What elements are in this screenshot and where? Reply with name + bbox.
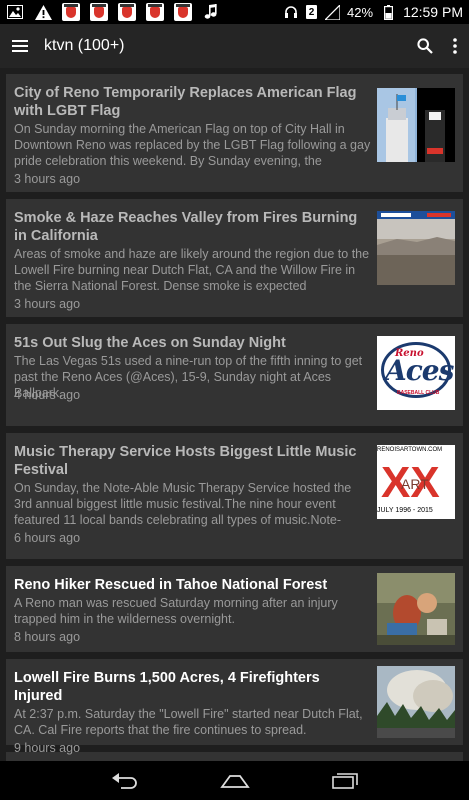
article-thumbnail-rescue-photo: [377, 573, 455, 645]
sim-icon: 2: [306, 5, 318, 19]
article-time: 6 hours ago: [14, 531, 81, 545]
svg-text:ART: ART: [401, 476, 429, 492]
clock: 12:59 PM: [403, 4, 463, 20]
warning-icon: [34, 3, 52, 21]
status-bar: 2 42% 12:59 PM: [0, 0, 469, 24]
article-title: City of Reno Temporarily Replaces Americ…: [14, 85, 357, 119]
image-notification-icon: [6, 3, 24, 21]
artown-url: RENOISARTOWN.COM: [377, 447, 443, 453]
article-snippet: At 2:37 p.m. Saturday the "Lowell Fire" …: [14, 707, 363, 737]
recent-apps-icon[interactable]: [332, 772, 358, 789]
article-snippet: Areas of smoke and haze are likely aroun…: [14, 247, 370, 293]
menu-icon[interactable]: [12, 39, 30, 53]
article-title: 51s Out Slug the Aces on Sunday Night: [14, 335, 286, 351]
home-icon[interactable]: [220, 774, 251, 788]
article-title: Reno Hiker Rescued in Tahoe National For…: [14, 577, 328, 593]
app-notification-icon: [118, 3, 136, 21]
article-thumbnail-haze-photo: [377, 211, 455, 285]
article-thumbnail-flag-photo: [377, 88, 455, 162]
battery-icon: [379, 3, 397, 21]
article-title: Smoke & Haze Reaches Valley from Fires B…: [14, 210, 358, 244]
article-snippet: A Reno man was rescued Saturday morning …: [14, 596, 338, 626]
page-title: ktvn (100+): [44, 37, 125, 54]
music-note-icon: [202, 3, 220, 21]
app-notification-icon: [146, 3, 164, 21]
article-snippet: On Sunday, the Note-Able Music Therapy S…: [14, 481, 352, 527]
article-card[interactable]: 51s Out Slug the Aces on Sunday Night Th…: [6, 324, 463, 426]
article-title: Music Therapy Service Hosts Biggest Litt…: [14, 444, 357, 478]
app-notification-icon: [90, 3, 108, 21]
article-feed[interactable]: City of Reno Temporarily Replaces Americ…: [0, 68, 469, 761]
article-thumbnail-artown-logo: RENOISARTOWN.COM XX ART JULY 1996 - 2015: [377, 445, 455, 519]
article-time: 9 hours ago: [14, 741, 81, 755]
article-time: 3 hours ago: [14, 297, 81, 311]
article-card[interactable]: Reno Hiker Rescued in Tahoe National For…: [6, 566, 463, 652]
article-time: 8 hours ago: [14, 630, 81, 644]
overflow-menu-icon[interactable]: [453, 38, 457, 54]
search-icon[interactable]: [417, 38, 433, 54]
article-title: Lowell Fire Burns 1,500 Acres, 4 Firefig…: [14, 670, 320, 704]
article-card[interactable]: Lowell Fire Burns 1,500 Acres, 4 Firefig…: [6, 659, 463, 755]
article-thumbnail-aces-logo: Reno Aces BASEBALL CLUB: [377, 336, 455, 410]
artown-dates: JULY 1996 - 2015: [377, 507, 433, 514]
navigation-bar: [0, 761, 469, 800]
article-card[interactable]: Smoke & Haze Reaches Valley from Fires B…: [6, 199, 463, 317]
app-notification-icon: [174, 3, 192, 21]
battery-percent: 42%: [347, 4, 374, 20]
aces-logo-text: Aces: [385, 354, 454, 387]
signal-icon: [323, 3, 341, 21]
aces-logo-sub: BASEBALL CLUB: [397, 390, 440, 396]
article-card[interactable]: Music Therapy Service Hosts Biggest Litt…: [6, 433, 463, 559]
article-time: 3 hours ago: [14, 172, 81, 186]
app-notification-icon: [62, 3, 80, 21]
article-snippet: On Sunday morning the American Flag on t…: [14, 122, 371, 168]
back-icon[interactable]: [111, 772, 139, 789]
article-card[interactable]: City of Reno Temporarily Replaces Americ…: [6, 74, 463, 192]
headphones-icon: [282, 3, 300, 21]
article-time: 4 hours ago: [14, 388, 81, 402]
article-thumbnail-fire-photo: [377, 666, 455, 738]
app-bar: ktvn (100+): [0, 24, 469, 68]
